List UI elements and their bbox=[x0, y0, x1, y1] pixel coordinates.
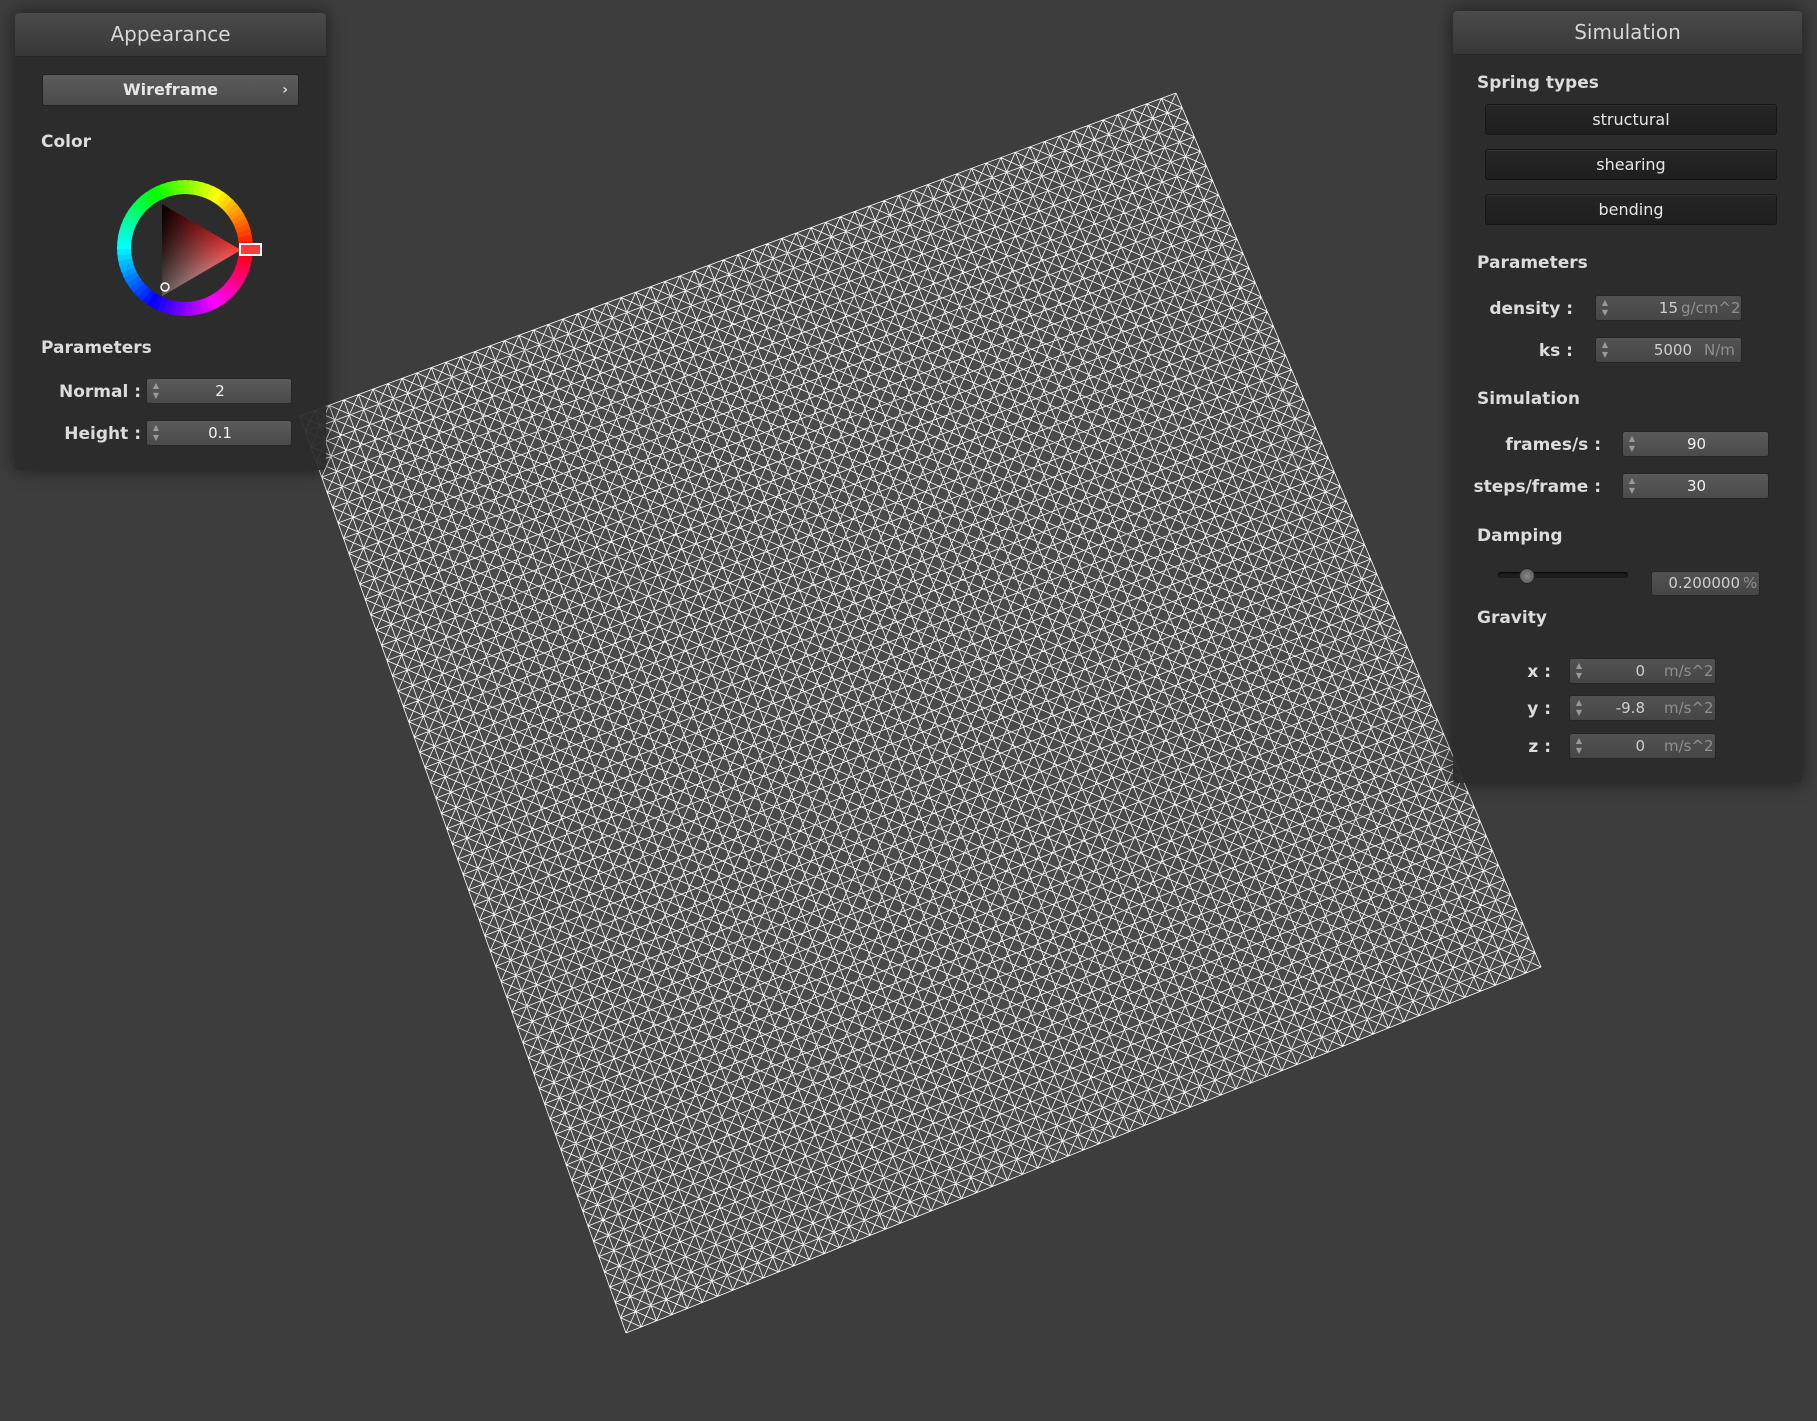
normal-spinbox[interactable]: ▲ ▼ 2 bbox=[146, 378, 292, 404]
spin-arrows-icon[interactable]: ▲ ▼ bbox=[1627, 476, 1637, 496]
height-value: 0.1 bbox=[208, 424, 232, 442]
gravity-label: Gravity bbox=[1477, 608, 1547, 628]
gravity-y-value: -9.8 bbox=[1615, 699, 1645, 717]
height-spinbox[interactable]: ▲ ▼ 0.1 bbox=[146, 420, 292, 446]
appearance-panel-title[interactable]: Appearance bbox=[15, 13, 326, 57]
spin-arrows-icon[interactable]: ▲ ▼ bbox=[1574, 698, 1584, 718]
ks-label: ks : bbox=[1538, 341, 1573, 361]
structural-spring-toggle[interactable]: structural bbox=[1485, 104, 1777, 135]
gravity-x-spinbox[interactable]: ▲ ▼ 0 m/s^2 bbox=[1569, 658, 1716, 684]
gravity-z-value: 0 bbox=[1635, 737, 1645, 755]
frames-per-s-label: frames/s : bbox=[1505, 435, 1601, 455]
simulation-panel-title[interactable]: Simulation bbox=[1453, 11, 1802, 55]
damping-label: Damping bbox=[1477, 526, 1563, 546]
appearance-parameters-label: Parameters bbox=[41, 338, 152, 358]
damping-slider-track bbox=[1498, 572, 1628, 578]
bending-spring-toggle[interactable]: bending bbox=[1485, 194, 1777, 225]
simulation-panel: Simulation Spring types structural shear… bbox=[1453, 11, 1802, 783]
damping-value-box[interactable]: 0.200000 % bbox=[1651, 571, 1760, 596]
gravity-x-unit: m/s^2 bbox=[1664, 662, 1714, 680]
spin-arrows-icon[interactable]: ▲ ▼ bbox=[1627, 434, 1637, 454]
hue-selection-marker-icon[interactable] bbox=[239, 243, 262, 256]
ks-spinbox[interactable]: ▲ ▼ 5000 N/m bbox=[1595, 337, 1742, 363]
spring-types-label: Spring types bbox=[1477, 73, 1599, 93]
spin-arrows-icon[interactable]: ▲ ▼ bbox=[1574, 661, 1584, 681]
spin-arrows-icon[interactable]: ▲ ▼ bbox=[1600, 298, 1610, 318]
simulation-section-label: Simulation bbox=[1477, 389, 1580, 409]
steps-per-frame-spinbox[interactable]: ▲ ▼ 30 bbox=[1622, 473, 1769, 499]
damping-slider[interactable] bbox=[1498, 565, 1628, 585]
steps-per-frame-value: 30 bbox=[1686, 477, 1707, 495]
spin-arrows-icon[interactable]: ▲ ▼ bbox=[151, 423, 161, 443]
density-unit: g/cm^2 bbox=[1681, 299, 1741, 317]
spin-arrows-icon[interactable]: ▲ ▼ bbox=[1600, 340, 1610, 360]
normal-label: Normal : bbox=[58, 382, 141, 402]
steps-per-frame-label: steps/frame : bbox=[1473, 477, 1601, 497]
height-label: Height : bbox=[64, 424, 141, 444]
spin-arrows-icon[interactable]: ▲ ▼ bbox=[151, 381, 161, 401]
normal-value: 2 bbox=[215, 382, 225, 400]
gravity-y-unit: m/s^2 bbox=[1664, 699, 1714, 717]
gravity-y-label: y : bbox=[1527, 699, 1551, 719]
gravity-x-value: 0 bbox=[1635, 662, 1645, 680]
shader-mode-dropdown[interactable]: Wireframe › bbox=[42, 74, 299, 106]
color-wheel-picker[interactable] bbox=[105, 168, 265, 328]
shearing-spring-toggle[interactable]: shearing bbox=[1485, 149, 1777, 180]
gravity-x-label: x : bbox=[1527, 662, 1551, 682]
gravity-z-unit: m/s^2 bbox=[1664, 737, 1714, 755]
color-section-label: Color bbox=[41, 132, 92, 152]
ks-value: 5000 bbox=[1653, 341, 1692, 359]
density-spinbox[interactable]: ▲ ▼ 15 g/cm^2 bbox=[1595, 295, 1742, 321]
sim-parameters-label: Parameters bbox=[1477, 253, 1588, 273]
damping-slider-knob[interactable] bbox=[1519, 568, 1535, 584]
density-label: density : bbox=[1489, 299, 1573, 319]
gravity-z-spinbox[interactable]: ▲ ▼ 0 m/s^2 bbox=[1569, 733, 1716, 759]
frames-per-s-value: 90 bbox=[1686, 435, 1707, 453]
damping-value: 0.200000 bbox=[1668, 574, 1740, 592]
damping-unit: % bbox=[1743, 574, 1758, 592]
appearance-panel: Appearance Wireframe › Color Parameters … bbox=[15, 13, 326, 470]
gravity-y-spinbox[interactable]: ▲ ▼ -9.8 m/s^2 bbox=[1569, 695, 1716, 721]
frames-per-s-spinbox[interactable]: ▲ ▼ 90 bbox=[1622, 431, 1769, 457]
ks-unit: N/m bbox=[1704, 341, 1735, 359]
gravity-z-label: z : bbox=[1528, 737, 1551, 757]
chevron-right-icon: › bbox=[282, 82, 288, 98]
shader-mode-value: Wireframe bbox=[122, 80, 219, 99]
density-value: 15 bbox=[1658, 299, 1678, 317]
spin-arrows-icon[interactable]: ▲ ▼ bbox=[1574, 736, 1584, 756]
